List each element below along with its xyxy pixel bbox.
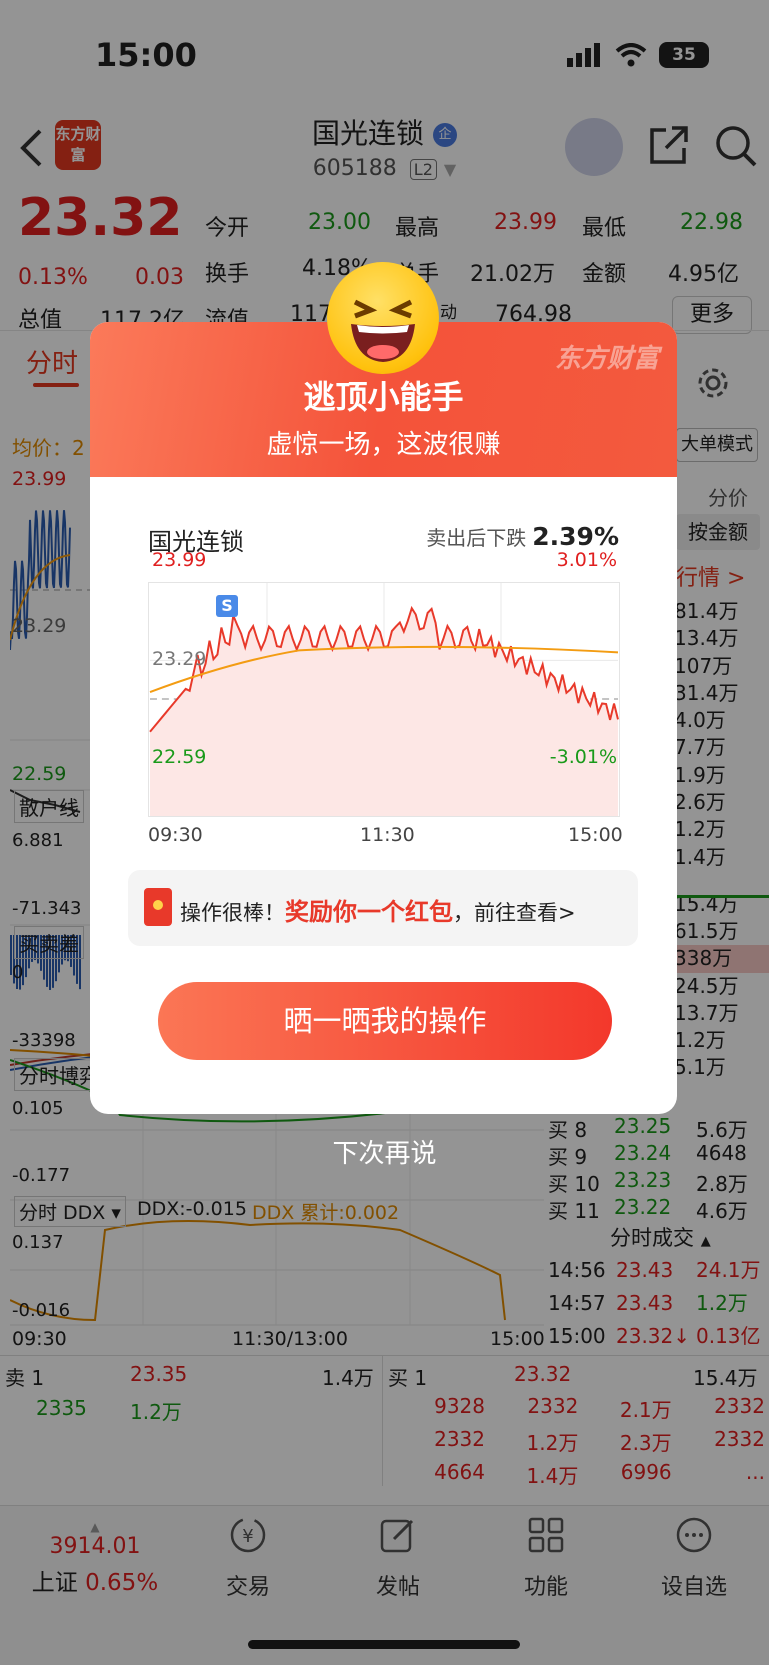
drop-value: 2.39%	[532, 522, 619, 551]
drop-label: 卖出后下跌	[426, 526, 527, 550]
skip-link[interactable]: 下次再说	[0, 1133, 769, 1170]
mini-mid: 23.29	[152, 648, 207, 670]
mini-pct-lo: -3.01%	[549, 746, 617, 768]
drop-after-sell: 卖出后下跌 2.39%	[426, 522, 619, 551]
reward-text: 操作很棒！奖励你一个红包，前往查看>	[180, 892, 576, 927]
sell-point-chart	[148, 582, 620, 817]
modal-title: 逃顶小能手	[303, 378, 464, 416]
sell-marker: S	[216, 595, 238, 617]
reward-modal: 东方财富 逃顶小能手 虚惊一场，这波很赚 国光连锁 卖出后下跌 2.39% 23.…	[90, 322, 677, 1114]
share-operation-button[interactable]: 晒一晒我的操作	[158, 982, 612, 1060]
modal-watermark: 东方财富	[554, 344, 659, 374]
mini-hi: 23.99	[152, 549, 207, 571]
mini-t-end: 15:00	[568, 824, 623, 846]
mini-t-start: 09:30	[148, 824, 203, 846]
red-envelope-icon	[144, 888, 172, 926]
home-indicator	[248, 1640, 520, 1649]
reward-suffix: ，前往查看>	[453, 901, 576, 925]
mini-lo: 22.59	[152, 746, 207, 768]
app-root: 15:00 35 东方财富 国光连锁 企 605188 L2 ▼ 23.32 0…	[0, 0, 769, 1665]
reward-prefix: 操作很棒！	[180, 901, 285, 925]
reward-highlight: 奖励你一个红包	[285, 898, 453, 926]
mini-pct-hi: 3.01%	[556, 549, 617, 571]
laughing-emoji-icon	[327, 262, 439, 374]
modal-subtitle: 虚惊一场，这波很赚	[266, 430, 501, 460]
reward-link[interactable]: 操作很棒！奖励你一个红包，前往查看>	[128, 870, 638, 946]
mini-t-mid: 11:30	[360, 824, 415, 846]
